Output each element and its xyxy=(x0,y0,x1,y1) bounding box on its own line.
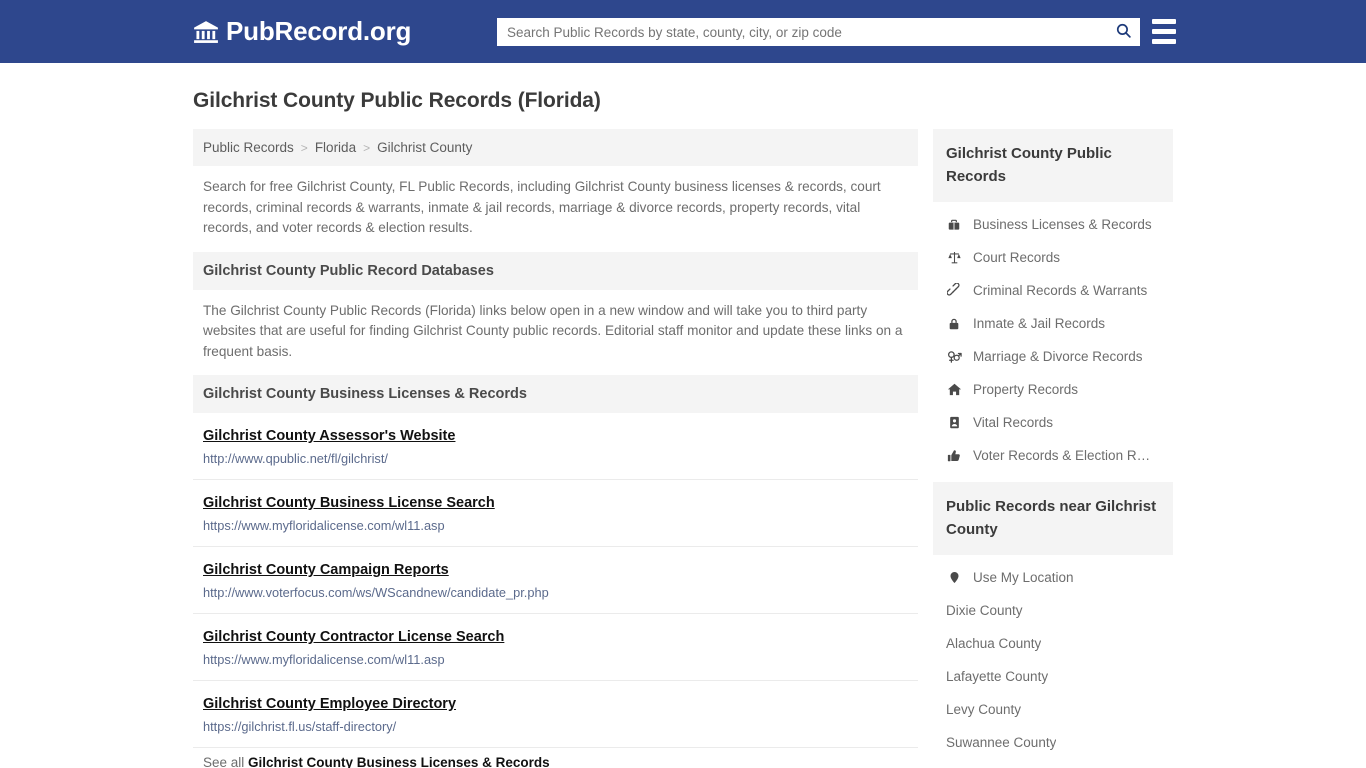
record-link-title[interactable]: Gilchrist County Employee Directory xyxy=(203,696,456,712)
sidebar-records-heading: Gilchrist County Public Records xyxy=(933,129,1173,202)
sidebar-nearby-heading: Public Records near Gilchrist County xyxy=(933,482,1173,555)
search-button[interactable] xyxy=(1106,18,1140,46)
record-link-url: https://gilchrist.fl.us/staff-directory/ xyxy=(203,719,397,734)
sidebar-item-suwannee-county[interactable]: Suwannee County xyxy=(933,726,1173,759)
page-intro-text: Search for free Gilchrist County, FL Pub… xyxy=(203,179,881,235)
sidebar-item-label: Lafayette County xyxy=(946,669,1049,684)
sidebar-item-label: Levy County xyxy=(946,702,1022,717)
map-pin-icon xyxy=(946,571,962,584)
sidebar-nearby-panel: Public Records near Gilchrist County Use… xyxy=(933,482,1173,759)
record-link-url: https://www.myfloridalicense.com/wl11.as… xyxy=(203,518,445,533)
id-badge-icon xyxy=(946,416,962,429)
briefcase-icon xyxy=(946,218,962,232)
sidebar-item-inmate-jail-records[interactable]: Inmate & Jail Records xyxy=(933,307,1173,340)
page-title: Gilchrist County Public Records (Florida… xyxy=(193,89,601,112)
sidebar-item-vital-records[interactable]: Vital Records xyxy=(933,406,1173,439)
sidebar: Gilchrist County Public Records Business… xyxy=(933,129,1173,768)
record-link-list: Gilchrist County Assessor's Website http… xyxy=(193,413,918,768)
breadcrumb-item-gilchrist-county[interactable]: Gilchrist County xyxy=(377,140,472,155)
record-link-title[interactable]: Gilchrist County Business License Search xyxy=(203,495,495,511)
business-licenses-section-heading: Gilchrist County Business Licenses & Rec… xyxy=(193,375,918,413)
sidebar-item-label: Alachua County xyxy=(946,636,1042,651)
record-link-title[interactable]: Gilchrist County Assessor's Website xyxy=(203,428,455,444)
sidebar-item-label: Court Records xyxy=(973,250,1061,265)
list-item: Gilchrist County Business License Search… xyxy=(193,480,918,547)
site-logo-link[interactable]: PubRecord.org xyxy=(193,16,411,47)
sidebar-item-dixie-county[interactable]: Dixie County xyxy=(933,594,1173,627)
sidebar-item-label: Business Licenses & Records xyxy=(973,217,1152,232)
breadcrumb-item-florida[interactable]: Florida xyxy=(315,140,356,155)
search-input[interactable] xyxy=(497,18,1106,46)
sidebar-item-property-records[interactable]: Property Records xyxy=(933,373,1173,406)
breadcrumb: Public Records > Florida > Gilchrist Cou… xyxy=(193,129,918,166)
list-item: Gilchrist County Assessor's Website http… xyxy=(193,413,918,480)
breadcrumb-item-public-records[interactable]: Public Records xyxy=(203,140,294,155)
sidebar-item-label: Use My Location xyxy=(973,570,1074,585)
databases-section-heading: Gilchrist County Public Record Databases xyxy=(193,251,918,290)
sidebar-item-label: Criminal Records & Warrants xyxy=(973,283,1148,298)
see-all-prefix: See all xyxy=(203,755,245,768)
balance-scale-icon xyxy=(946,250,962,265)
sidebar-item-lafayette-county[interactable]: Lafayette County xyxy=(933,660,1173,693)
hamburger-menu-icon[interactable] xyxy=(1152,19,1176,44)
sidebar-item-label: Dixie County xyxy=(946,603,1023,618)
home-icon xyxy=(946,382,962,397)
databases-description-text: The Gilchrist County Public Records (Flo… xyxy=(203,302,903,359)
page-container: Gilchrist County Public Records (Florida… xyxy=(0,89,1366,768)
main-content: Public Records > Florida > Gilchrist Cou… xyxy=(193,129,918,768)
search-bar xyxy=(497,18,1140,46)
sidebar-item-levy-county[interactable]: Levy County xyxy=(933,693,1173,726)
sidebar-item-use-my-location[interactable]: Use My Location xyxy=(933,561,1173,594)
sidebar-item-label: Suwannee County xyxy=(946,735,1057,750)
sidebar-item-business-licenses[interactable]: Business Licenses & Records xyxy=(933,208,1173,241)
sidebar-item-label: Voter Records & Election R… xyxy=(973,448,1151,463)
bank-building-icon xyxy=(193,19,219,45)
record-link-title[interactable]: Gilchrist County Contractor License Sear… xyxy=(203,629,504,645)
record-link-title[interactable]: Gilchrist County Campaign Reports xyxy=(203,562,449,578)
venus-mars-icon xyxy=(946,349,962,364)
sidebar-item-criminal-records[interactable]: Criminal Records & Warrants xyxy=(933,274,1173,307)
handcuffs-icon xyxy=(946,283,962,298)
breadcrumb-separator: > xyxy=(363,140,371,155)
thumbs-up-icon xyxy=(946,449,962,463)
record-link-url: http://www.qpublic.net/fl/gilchrist/ xyxy=(203,451,388,466)
search-icon xyxy=(1115,22,1132,42)
sidebar-item-marriage-divorce-records[interactable]: Marriage & Divorce Records xyxy=(933,340,1173,373)
record-link-url: https://www.myfloridalicense.com/wl11.as… xyxy=(203,652,445,667)
sidebar-item-court-records[interactable]: Court Records xyxy=(933,241,1173,274)
lock-icon xyxy=(946,317,962,331)
breadcrumb-separator: > xyxy=(300,140,308,155)
site-header: PubRecord.org xyxy=(0,0,1366,63)
list-item: Gilchrist County Contractor License Sear… xyxy=(193,614,918,681)
record-link-url: http://www.voterfocus.com/ws/WScandnew/c… xyxy=(203,585,549,600)
list-item: Gilchrist County Employee Directory http… xyxy=(193,681,918,748)
site-brand-name: PubRecord.org xyxy=(226,16,412,46)
sidebar-item-label: Marriage & Divorce Records xyxy=(973,349,1143,364)
see-all-row: See all Gilchrist County Business Licens… xyxy=(193,748,918,768)
list-item: Gilchrist County Campaign Reports http:/… xyxy=(193,547,918,614)
sidebar-item-label: Inmate & Jail Records xyxy=(973,316,1106,331)
sidebar-records-panel: Gilchrist County Public Records Business… xyxy=(933,129,1173,472)
sidebar-item-voter-records[interactable]: Voter Records & Election R… xyxy=(933,439,1173,472)
sidebar-item-label: Property Records xyxy=(973,382,1079,397)
sidebar-item-alachua-county[interactable]: Alachua County xyxy=(933,627,1173,660)
see-all-link[interactable]: Gilchrist County Business Licenses & Rec… xyxy=(248,755,550,768)
sidebar-item-label: Vital Records xyxy=(973,415,1054,430)
